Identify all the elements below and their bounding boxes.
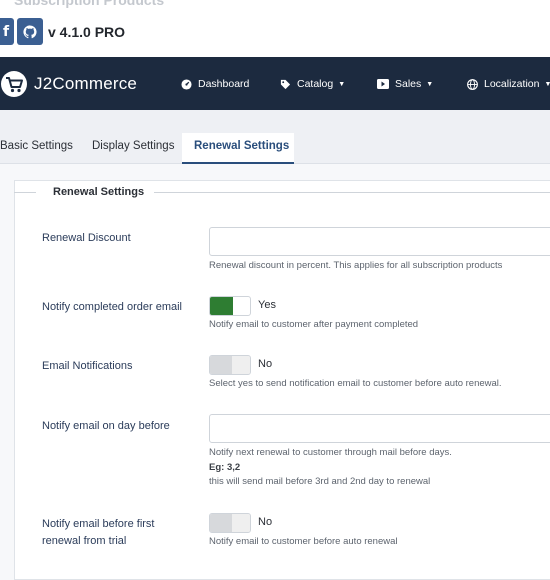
- toggle-on-indicator: [210, 297, 233, 315]
- github-icon: [23, 24, 37, 38]
- notify-first-renewal-state: No: [258, 516, 273, 528]
- top-header: Subscription Products f v 4.1.0 PRO: [0, 0, 550, 57]
- brand[interactable]: J2Commerce: [0, 70, 137, 98]
- chevron-down-icon: ▼: [544, 80, 550, 88]
- dashboard-icon: [181, 78, 192, 90]
- facebook-icon: f: [2, 23, 10, 40]
- notify-completed-state: Yes: [258, 299, 276, 311]
- email-notifications-help: Select yes to send notification email to…: [209, 378, 502, 389]
- tag-icon: [280, 79, 291, 89]
- nav-sales[interactable]: Sales ▼: [377, 76, 433, 92]
- notify-first-renewal-label-2: renewal from trial: [42, 535, 127, 547]
- video-icon: [377, 79, 389, 89]
- main-navbar: J2Commerce Dashboard Catalog ▼ Sales ▼ L…: [0, 57, 550, 110]
- fieldset-border: [14, 192, 36, 193]
- notify-day-before-label: Notify email on day before: [42, 420, 170, 432]
- renewal-discount-label: Renewal Discount: [42, 232, 131, 244]
- email-notifications-label: Email Notifications: [42, 360, 133, 372]
- version-label: v 4.1.0 PRO: [48, 24, 126, 40]
- github-button[interactable]: [17, 18, 43, 45]
- nav-sales-label: Sales: [395, 78, 422, 90]
- renewal-discount-input[interactable]: [209, 227, 550, 256]
- email-notifications-state: No: [258, 358, 273, 370]
- chevron-down-icon: ▼: [338, 80, 346, 88]
- notify-completed-help: Notify email to customer after payment c…: [209, 319, 419, 330]
- cart-icon: [1, 71, 27, 97]
- nav-localization[interactable]: Localization ▼: [467, 76, 550, 92]
- facebook-button[interactable]: f: [0, 18, 14, 45]
- notify-first-renewal-label-1: Notify email before first: [42, 518, 155, 530]
- email-notifications-toggle[interactable]: [209, 355, 251, 375]
- toggle-off-indicator: [210, 514, 250, 532]
- tab-display-settings[interactable]: Display Settings: [92, 133, 174, 164]
- fieldset-border: [154, 192, 550, 193]
- settings-tabs: Basic Settings Display Settings Renewal …: [0, 110, 550, 164]
- notify-day-before-example: Eg: 3,2: [209, 462, 241, 473]
- nav-catalog-label: Catalog: [297, 78, 334, 90]
- fieldset-legend: Renewal Settings: [53, 186, 145, 198]
- nav-dashboard-label: Dashboard: [198, 78, 250, 90]
- notify-completed-label: Notify completed order email: [42, 301, 183, 313]
- nav-dashboard[interactable]: Dashboard: [181, 76, 249, 92]
- tab-renewal-settings[interactable]: Renewal Settings: [182, 133, 294, 164]
- globe-icon: [467, 78, 478, 90]
- nav-localization-label: Localization: [484, 78, 540, 90]
- renewal-discount-help: Renewal discount in percent. This applie…: [209, 260, 503, 271]
- notify-day-before-help: Notify next renewal to customer through …: [209, 447, 452, 458]
- notify-first-renewal-toggle[interactable]: [209, 513, 251, 533]
- nav-catalog[interactable]: Catalog ▼: [280, 76, 345, 92]
- page-title: Subscription Products: [14, 0, 165, 8]
- notify-day-before-input[interactable]: [209, 414, 550, 443]
- chevron-down-icon: ▼: [426, 80, 434, 88]
- notify-completed-toggle[interactable]: [209, 296, 251, 316]
- tab-basic-settings[interactable]: Basic Settings: [0, 133, 73, 164]
- notify-day-before-note: this will send mail before 3rd and 2nd d…: [209, 476, 431, 487]
- notify-first-renewal-help: Notify email to customer before auto ren…: [209, 536, 398, 547]
- brand-name: J2Commerce: [34, 74, 138, 93]
- toggle-off-indicator: [210, 356, 250, 374]
